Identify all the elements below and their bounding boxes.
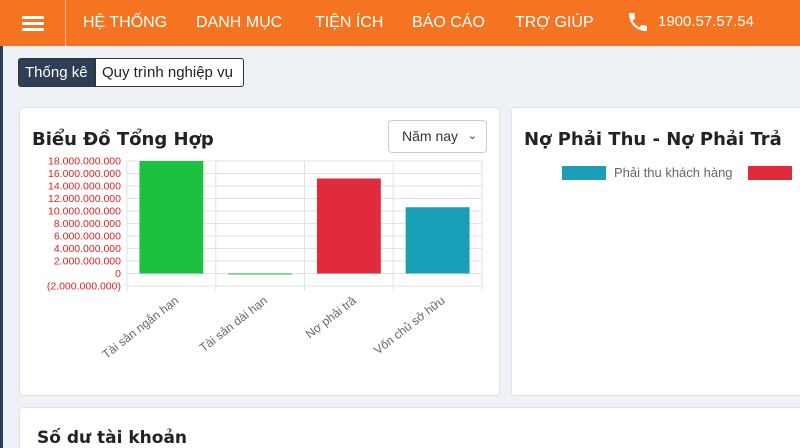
tab-quy-trinh-nghiep-vu[interactable]: Quy trình nghiệp vụ [95,58,244,87]
phone-icon [629,13,647,31]
summary-bar-chart: 18.000.000.00016.000.000.00014.000.000.0… [47,156,483,362]
y-tick-label: 14.000.000.000 [48,181,121,193]
hamburger-menu-icon[interactable] [12,10,52,36]
nav-tro-giup[interactable]: TRỢ GIÚP [515,14,594,32]
y-tick-label: 2.000.000.000 [54,256,121,268]
y-tick-label: 0 [115,268,121,280]
x-category-label: Nợ phải trả [303,293,359,341]
sidebar-edge [0,46,3,448]
bar [228,273,293,275]
x-category-label: Tài sản dài hạn [197,293,270,355]
legend-label-receivable: Phải thu khách hàng [614,165,733,180]
bar [139,161,204,274]
payables-card: Nợ Phải Thu - Nợ Phải Trả Phải thu khách… [511,107,800,396]
nav-bao-cao[interactable]: BÁO CÁO [412,14,485,32]
nav-tien-ich[interactable]: TIỆN ÍCH [315,14,383,32]
y-tick-label: 6.000.000.000 [54,231,121,243]
summary-chart-card: Biểu Đồ Tổng Hợp Năm nay ⌄ 18.000.000.00… [19,107,500,396]
top-navbar: HỆ THỐNG DANH MỤC TIỆN ÍCH BÁO CÁO TRỢ G… [0,0,800,46]
hotline-number: 1900.57.57.54 [658,13,754,30]
nav-he-thong[interactable]: HỆ THỐNG [83,14,167,32]
legend-swatch-receivable [562,166,606,180]
y-tick-label: 4.000.000.000 [54,243,121,255]
nav-danh-muc[interactable]: DANH MỤC [196,14,282,32]
payables-title: Nợ Phải Thu - Nợ Phải Trả [524,129,782,150]
account-balance-card: Số dư tài khoản [19,407,800,448]
navbar-divider [65,0,66,46]
bar [316,178,381,274]
legend-swatch-payable [748,166,792,180]
account-balance-title: Số dư tài khoản [37,428,188,448]
bar [405,207,470,274]
y-tick-label: 12.000.000.000 [48,193,121,205]
x-category-label: Vốn chủ sở hữu [371,293,447,357]
y-tick-label: 8.000.000.000 [54,218,121,230]
x-category-label: Tài sản ngắn hạn [99,293,181,362]
y-tick-label: 16.000.000.000 [48,168,121,180]
y-tick-label: 10.000.000.000 [48,206,121,218]
tab-thong-ke[interactable]: Thống kê [18,58,95,87]
y-tick-label: 18.000.000.000 [48,156,121,168]
y-tick-label: (2.000.000.000) [47,281,121,293]
